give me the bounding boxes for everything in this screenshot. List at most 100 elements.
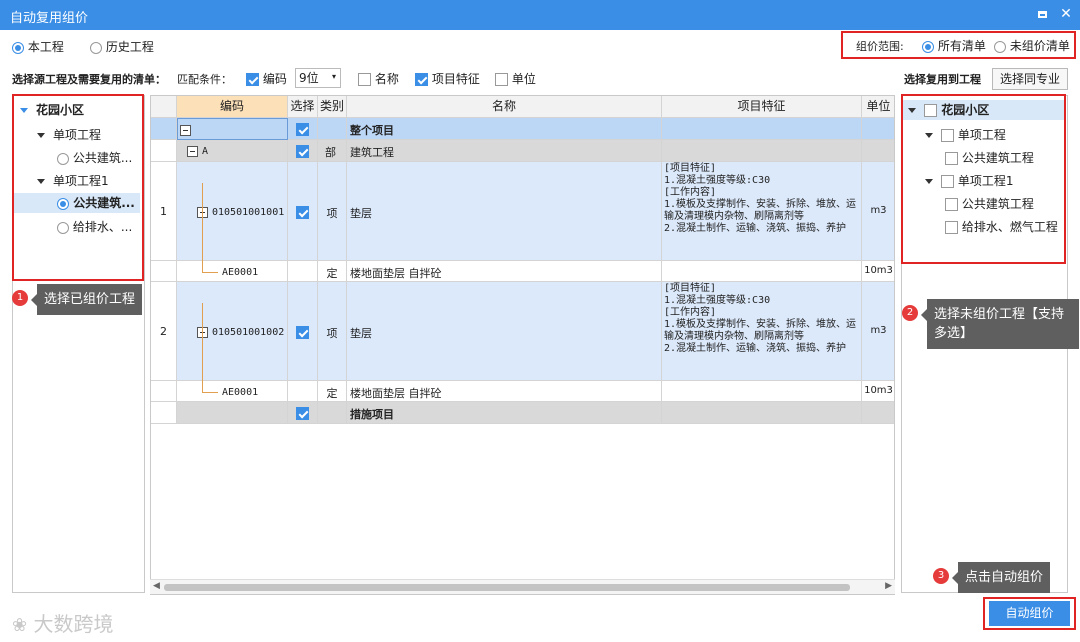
target-tree-public-building[interactable]: 公共建筑工程 bbox=[945, 148, 1034, 168]
option-label: 未组价清单 bbox=[1009, 39, 1070, 53]
grid-header-select[interactable]: 选择 bbox=[288, 96, 318, 118]
caret-down-icon bbox=[925, 133, 933, 138]
table-row-name: 垫层 bbox=[347, 282, 662, 381]
checkbox-icon bbox=[415, 73, 428, 86]
tree-node-drainage[interactable]: 给排水、... bbox=[57, 217, 132, 237]
maximize-icon[interactable] bbox=[1033, 5, 1051, 23]
tree-connector bbox=[202, 392, 218, 393]
table-row-unit: m3 bbox=[862, 282, 894, 381]
table-row-feature bbox=[662, 261, 862, 282]
feature-checkbox[interactable]: 项目特征 bbox=[415, 70, 480, 87]
checkbox-icon[interactable] bbox=[941, 129, 954, 142]
checkbox-icon[interactable] bbox=[296, 122, 309, 136]
checkbox-icon[interactable] bbox=[924, 104, 937, 117]
code-text: AE0001 bbox=[222, 267, 259, 278]
checkbox-icon[interactable] bbox=[296, 144, 309, 158]
table-row-select[interactable] bbox=[288, 140, 318, 162]
scope-history-project[interactable]: 历史工程 bbox=[90, 38, 154, 55]
target-tree-public-building-1[interactable]: 公共建筑工程 bbox=[945, 194, 1034, 214]
checkbox-label: 编码 bbox=[262, 72, 287, 86]
table-row-select[interactable] bbox=[288, 402, 318, 424]
source-section-label: 选择源工程及需要复用的清单： bbox=[12, 73, 166, 86]
scroll-right-icon[interactable]: ▶ bbox=[885, 581, 892, 591]
table-row-code bbox=[177, 402, 288, 424]
table-row-select bbox=[288, 261, 318, 282]
tree-node-public-building[interactable]: 公共建筑... bbox=[57, 148, 132, 168]
table-row-code[interactable] bbox=[177, 118, 288, 140]
grid-header-name[interactable]: 名称 bbox=[347, 96, 662, 118]
target-tree-drainage[interactable]: 给排水、燃气工程 bbox=[945, 217, 1058, 237]
table-row-feature: [项目特征] 1.混凝土强度等级:C30 [工作内容] 1.模板及支撑制作、安装… bbox=[662, 282, 862, 381]
checkbox-icon[interactable] bbox=[945, 198, 958, 211]
table-row-code[interactable]: 010501001002 bbox=[177, 282, 288, 381]
checkbox-icon[interactable] bbox=[945, 221, 958, 234]
checkbox-label: 单位 bbox=[511, 72, 536, 86]
bill-grid: 编码 选择 类别 名称 项目特征 单位 整个项目 A 部 建筑工程 1 0105… bbox=[150, 95, 895, 595]
grid-header-code[interactable]: 编码 bbox=[177, 96, 288, 118]
code-text: 010501001002 bbox=[212, 327, 285, 338]
digits-select[interactable]: 9位 ▾ bbox=[295, 68, 341, 88]
close-icon[interactable]: ✕ bbox=[1057, 5, 1075, 23]
tree-label: 单项工程 bbox=[957, 128, 1006, 142]
window-title: 自动复用组价 bbox=[10, 11, 89, 26]
table-row-code[interactable]: A bbox=[177, 140, 288, 162]
table-row-code[interactable]: 010501001001 bbox=[177, 162, 288, 261]
collapse-icon[interactable] bbox=[187, 145, 198, 157]
table-row-name: 建筑工程 bbox=[347, 140, 662, 162]
table-row-num: 1 bbox=[151, 162, 177, 261]
price-scope-all[interactable]: 所有清单 bbox=[922, 37, 986, 54]
checkbox-icon[interactable] bbox=[941, 175, 954, 188]
auto-price-button[interactable]: 自动组价 bbox=[989, 601, 1070, 626]
table-row-name: 措施项目 bbox=[347, 402, 662, 424]
radio-icon bbox=[994, 40, 1006, 53]
checkbox-icon[interactable] bbox=[296, 205, 309, 219]
checkbox-icon[interactable] bbox=[296, 325, 309, 339]
table-row-num bbox=[151, 381, 177, 402]
callout-3-number: 3 bbox=[933, 568, 949, 584]
name-checkbox[interactable]: 名称 bbox=[358, 70, 399, 87]
caret-down-icon bbox=[37, 179, 45, 184]
table-row-select bbox=[288, 381, 318, 402]
tree-connector bbox=[202, 272, 218, 273]
unit-checkbox[interactable]: 单位 bbox=[495, 70, 536, 87]
grid-header-feature[interactable]: 项目特征 bbox=[662, 96, 862, 118]
callout-1: 选择已组价工程 bbox=[30, 284, 143, 315]
code-text: 010501001001 bbox=[212, 207, 285, 218]
scope-this-project[interactable]: 本工程 bbox=[12, 38, 64, 55]
checkbox-label: 项目特征 bbox=[431, 72, 480, 86]
table-row-unit bbox=[862, 402, 894, 424]
select-same-major-button[interactable]: 选择同专业 bbox=[992, 68, 1068, 90]
radio-icon bbox=[57, 221, 69, 234]
tree-node-root[interactable]: 花园小区 bbox=[20, 100, 84, 120]
table-row-type: 项 bbox=[318, 162, 347, 261]
scope-label: 历史工程 bbox=[105, 40, 154, 54]
table-row-select[interactable] bbox=[288, 162, 318, 261]
tree-node-public-building-selected[interactable]: 公共建筑... bbox=[14, 193, 140, 213]
target-tree-single-1[interactable]: 单项工程1 bbox=[925, 171, 1013, 191]
price-scope-unpriced[interactable]: 未组价清单 bbox=[994, 37, 1070, 54]
target-tree-root[interactable]: 花园小区 bbox=[903, 100, 1064, 120]
grid-header-type[interactable]: 类别 bbox=[318, 96, 347, 118]
grid-header-unit[interactable]: 单位 bbox=[862, 96, 894, 118]
scroll-left-icon[interactable]: ◀ bbox=[153, 581, 160, 591]
table-row-select[interactable] bbox=[288, 282, 318, 381]
table-row-select[interactable] bbox=[288, 118, 318, 140]
scroll-thumb[interactable] bbox=[164, 584, 850, 591]
watermark-text: 大数跨境 bbox=[33, 612, 114, 636]
grid-horizontal-scrollbar[interactable]: ◀ ▶ bbox=[150, 579, 895, 594]
code-checkbox[interactable]: 编码 bbox=[246, 70, 287, 87]
tree-label: 公共建筑工程 bbox=[961, 151, 1034, 165]
checkbox-icon[interactable] bbox=[945, 152, 958, 165]
title-bar: 自动复用组价 ✕ bbox=[0, 0, 1080, 30]
table-row-name: 楼地面垫层 自拌砼 bbox=[347, 261, 662, 282]
collapse-icon[interactable] bbox=[180, 124, 191, 136]
table-row-code[interactable]: AE0001 bbox=[177, 261, 288, 282]
target-tree-single[interactable]: 单项工程 bbox=[925, 125, 1006, 145]
tree-node-single[interactable]: 单项工程 bbox=[37, 125, 101, 145]
tree-label: 单项工程1 bbox=[53, 174, 109, 188]
checkbox-label: 名称 bbox=[374, 72, 399, 86]
table-row-code[interactable]: AE0001 bbox=[177, 381, 288, 402]
chevron-down-icon: ▾ bbox=[331, 72, 336, 81]
tree-node-single-1[interactable]: 单项工程1 bbox=[37, 171, 109, 191]
checkbox-icon[interactable] bbox=[296, 406, 309, 420]
